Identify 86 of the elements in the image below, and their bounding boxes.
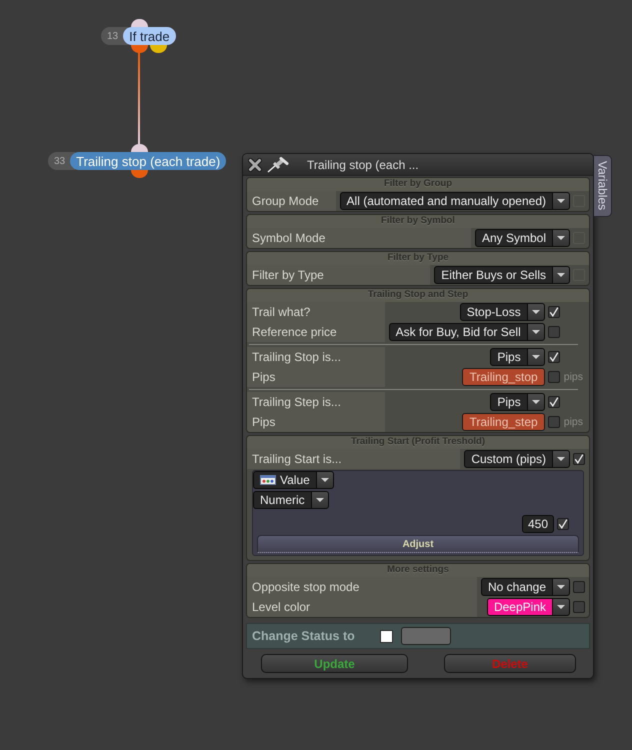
- dropdown[interactable]: No change: [480, 578, 553, 596]
- caret-icon: [557, 605, 565, 609]
- dropdown[interactable]: Value: [253, 471, 317, 489]
- check-icon: [574, 454, 584, 464]
- side-tab[interactable]: Variables: [594, 155, 612, 217]
- node-label[interactable]: Trailing stop (each trade): [70, 152, 226, 170]
- caret-icon: [532, 355, 540, 359]
- window-title: Trailing stop (each ...: [307, 158, 419, 172]
- dropdown[interactable]: Pips: [490, 393, 528, 411]
- row-label: Trailing Stop is...: [247, 347, 385, 367]
- row-label: Reference price: [247, 322, 385, 342]
- dropdown[interactable]: DeepPink: [486, 598, 553, 616]
- row-label: Trailing Step is...: [247, 392, 385, 412]
- checkbox[interactable]: [573, 601, 585, 613]
- checkbox[interactable]: [380, 630, 393, 642]
- row-label: Filter by Type: [247, 265, 430, 285]
- dropdown[interactable]: Numeric: [253, 491, 312, 509]
- checkbox[interactable]: [548, 351, 560, 363]
- caret-icon: [557, 199, 565, 203]
- dropdown-toggle[interactable]: [552, 450, 570, 468]
- number-field[interactable]: 450: [522, 515, 554, 533]
- row-label: Group Mode: [247, 191, 336, 211]
- variable-field[interactable]: Trailing_stop: [462, 368, 545, 386]
- status-label: Change Status to: [252, 629, 355, 643]
- dropdown[interactable]: All (automated and manually opened): [340, 192, 553, 210]
- dropdown-toggle[interactable]: [310, 491, 329, 509]
- row-label: Pips: [247, 367, 385, 387]
- caret-icon: [532, 330, 540, 334]
- node-label[interactable]: If trade: [123, 27, 176, 45]
- node-number: 33: [48, 152, 76, 170]
- checkbox[interactable]: [573, 581, 585, 593]
- node-number: 13: [101, 27, 128, 45]
- dropdown[interactable]: Ask for Buy, Bid for Sell: [388, 323, 528, 341]
- dropdown[interactable]: Stop-Loss: [460, 303, 528, 321]
- check-icon: [548, 397, 559, 407]
- caret-icon: [557, 585, 565, 589]
- caret-icon: [557, 457, 565, 461]
- unit-label: pips: [564, 370, 584, 385]
- dropdown[interactable]: Custom (pips): [464, 450, 553, 468]
- caret-icon: [320, 478, 329, 482]
- caret-icon: [532, 400, 540, 404]
- input-port[interactable]: [130, 19, 148, 27]
- output-port[interactable]: [150, 45, 166, 53]
- dropdown-toggle[interactable]: [552, 578, 570, 596]
- row-label: Pips: [247, 412, 385, 432]
- dropdown[interactable]: Any Symbol: [474, 229, 553, 247]
- dropdown-toggle[interactable]: [526, 323, 545, 341]
- checkbox[interactable]: [557, 518, 569, 530]
- close-icon[interactable]: [248, 158, 262, 172]
- output-port[interactable]: [130, 45, 148, 53]
- check-icon: [548, 307, 559, 317]
- row-label: Opposite stop mode: [247, 577, 477, 597]
- dropdown-toggle[interactable]: [316, 471, 334, 489]
- unit-label: pips: [564, 415, 584, 430]
- dropdown-toggle[interactable]: [526, 303, 545, 321]
- caret-icon: [557, 236, 565, 240]
- input-port[interactable]: [130, 144, 148, 152]
- caret-icon: [316, 498, 324, 502]
- check-icon: [558, 519, 568, 529]
- dropdown[interactable]: Either Buys or Sells: [434, 266, 553, 284]
- checkbox[interactable]: [548, 326, 560, 338]
- caret-icon: [532, 310, 540, 314]
- dropdown-toggle[interactable]: [552, 192, 570, 210]
- checkbox[interactable]: [548, 371, 560, 383]
- dropdown[interactable]: Pips: [490, 348, 528, 366]
- dropdown-toggle[interactable]: [526, 393, 545, 411]
- row-label: Trail what?: [247, 302, 385, 322]
- check-icon: [548, 352, 559, 362]
- dropdown-toggle[interactable]: [552, 266, 570, 284]
- row-label: Trailing Start is...: [247, 449, 460, 469]
- pin-icon[interactable]: [267, 156, 289, 172]
- checkbox[interactable]: [548, 396, 560, 408]
- output-port[interactable]: [130, 170, 148, 178]
- variable-field[interactable]: Trailing_step: [462, 413, 545, 431]
- window-icon: [260, 475, 276, 485]
- checkbox[interactable]: [548, 306, 560, 318]
- adjust-button[interactable]: Adjust: [257, 535, 579, 553]
- row-label: Level color: [247, 597, 477, 617]
- row-label: Symbol Mode: [247, 228, 471, 248]
- checkbox[interactable]: [548, 416, 560, 428]
- checkbox[interactable]: [573, 453, 585, 465]
- dropdown-toggle[interactable]: [552, 229, 570, 247]
- dropdown-toggle[interactable]: [552, 598, 570, 616]
- dropdown-toggle[interactable]: [526, 348, 545, 366]
- status-field[interactable]: [400, 627, 451, 645]
- caret-icon: [557, 273, 565, 277]
